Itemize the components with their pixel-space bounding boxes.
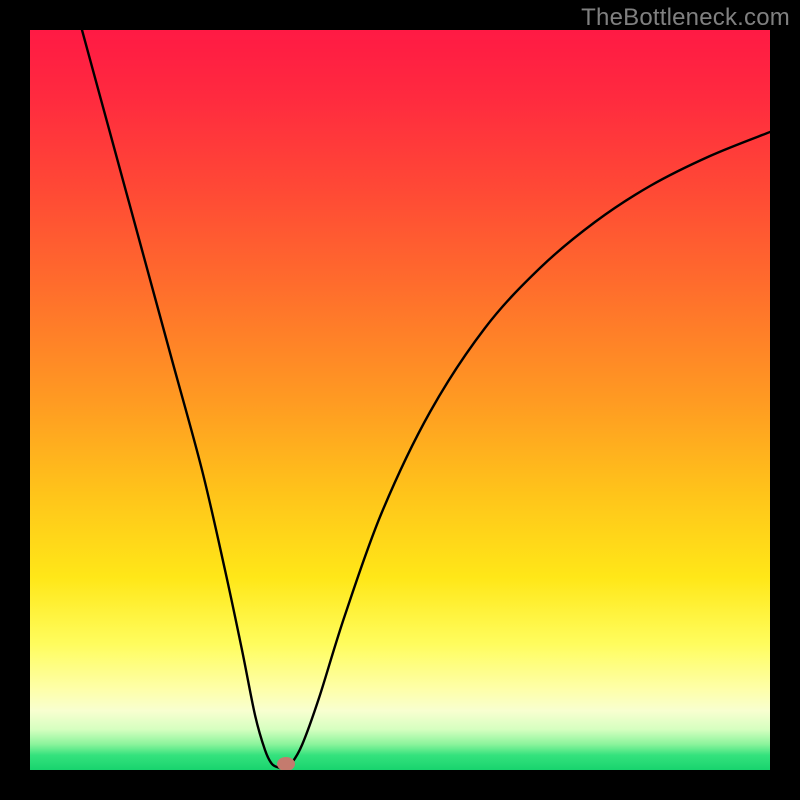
- bottleneck-curve: [82, 30, 770, 768]
- chart-svg: [30, 30, 770, 770]
- chart-frame: [30, 30, 770, 770]
- watermark-text: TheBottleneck.com: [581, 4, 790, 32]
- optimal-point-marker: [277, 757, 295, 770]
